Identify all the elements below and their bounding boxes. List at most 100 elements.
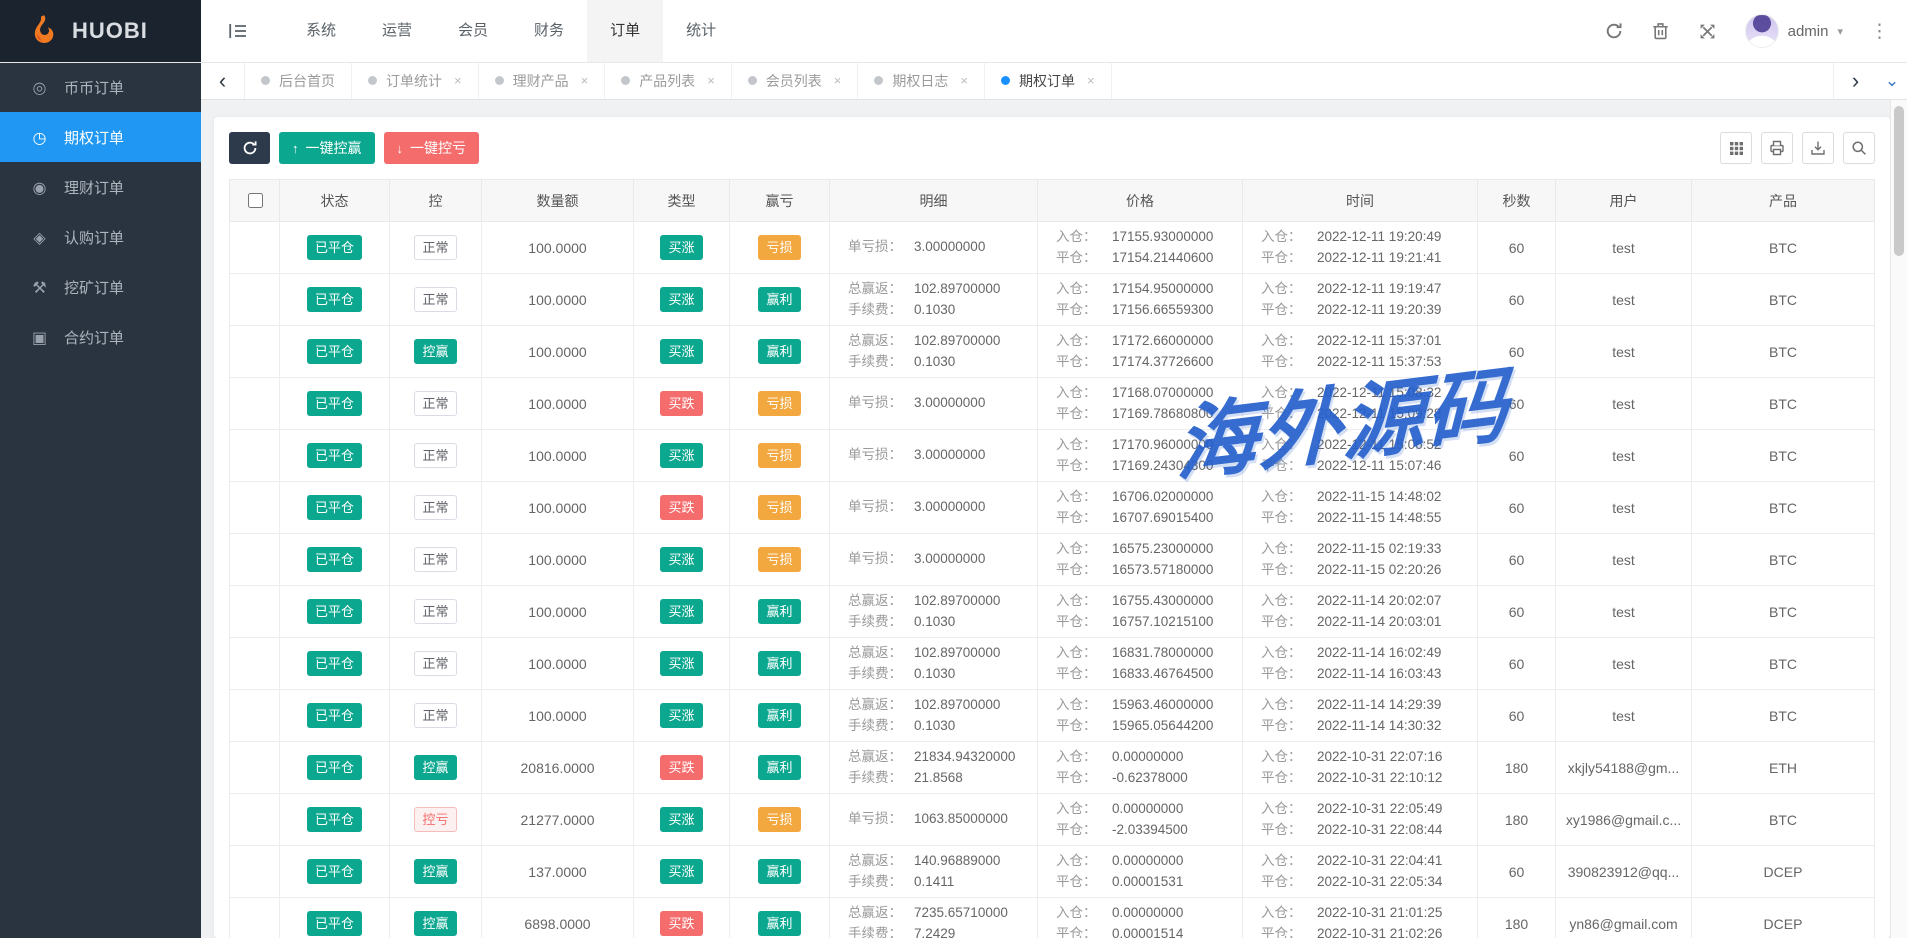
row-select-cell bbox=[230, 638, 280, 690]
refresh-table-button[interactable] bbox=[229, 132, 270, 164]
search-icon[interactable] bbox=[1843, 132, 1875, 164]
kv-line: 入仓：15963.46000000 bbox=[1056, 695, 1213, 716]
time-lines: 入仓：2022-11-14 20:02:07平仓：2022-11-14 20:0… bbox=[1249, 590, 1471, 633]
price-cell: 入仓：16575.23000000平仓：16573.57180000 bbox=[1038, 534, 1243, 586]
kv-value: 2022-11-14 14:29:39 bbox=[1317, 695, 1441, 716]
force-win-button[interactable]: ↑ 一键控赢 bbox=[279, 132, 375, 164]
tabs-scroll-right-icon[interactable]: › bbox=[1833, 62, 1877, 99]
control-badge[interactable]: 正常 bbox=[414, 651, 456, 676]
status-badge: 已平仓 bbox=[307, 443, 362, 468]
detail-cell: 单亏损：3.00000000 bbox=[830, 378, 1038, 430]
fullscreen-icon[interactable] bbox=[1698, 21, 1718, 41]
control-badge[interactable]: 正常 bbox=[414, 599, 456, 624]
tab-期权订单[interactable]: 期权订单× bbox=[985, 62, 1112, 99]
control-badge[interactable]: 正常 bbox=[414, 547, 456, 572]
nav-item-会员[interactable]: 会员 bbox=[435, 0, 511, 62]
table-row: 已平仓控赢137.0000买涨赢利总赢返：140.96889000手续费：0.1… bbox=[230, 846, 1875, 898]
tabs-scroll-left-icon[interactable]: ‹ bbox=[201, 62, 245, 99]
kv-label: 平仓： bbox=[1261, 352, 1307, 373]
detail-lines: 总赢返：140.96889000手续费：0.1411 bbox=[836, 850, 1031, 893]
sidebar-item-期权订单[interactable]: ◷期权订单 bbox=[0, 112, 201, 162]
nav-item-统计[interactable]: 统计 bbox=[663, 0, 739, 62]
columns-icon[interactable] bbox=[1720, 132, 1752, 164]
control-badge[interactable]: 控赢 bbox=[414, 339, 456, 364]
detail-lines: 总赢返：102.89700000手续费：0.1030 bbox=[836, 278, 1031, 321]
tab-后台首页[interactable]: 后台首页 bbox=[245, 62, 352, 99]
product-cell: BTC bbox=[1692, 430, 1875, 482]
result-badge: 赢利 bbox=[758, 599, 800, 624]
tab-close-icon[interactable]: × bbox=[581, 73, 589, 88]
nav-item-系统[interactable]: 系统 bbox=[283, 0, 359, 62]
vertical-scrollbar[interactable] bbox=[1890, 100, 1907, 938]
sidebar-item-认购订单[interactable]: ◈认购订单 bbox=[0, 212, 201, 262]
control-badge[interactable]: 控赢 bbox=[414, 859, 456, 884]
tab-订单统计[interactable]: 订单统计× bbox=[352, 62, 479, 99]
export-icon[interactable] bbox=[1802, 132, 1834, 164]
tab-close-icon[interactable]: × bbox=[454, 73, 462, 88]
orders-card: ↑ 一键控赢 ↓ 一键控亏 bbox=[214, 117, 1890, 938]
sidebar-item-币币订单[interactable]: ◎币币订单 bbox=[0, 62, 201, 112]
control-badge[interactable]: 正常 bbox=[414, 703, 456, 728]
nav-item-财务[interactable]: 财务 bbox=[511, 0, 587, 62]
select-all-checkbox[interactable] bbox=[248, 193, 263, 208]
tab-close-icon[interactable]: × bbox=[834, 73, 842, 88]
tab-期权日志[interactable]: 期权日志× bbox=[858, 62, 985, 99]
sidebar-item-合约订单[interactable]: ▣合约订单 bbox=[0, 312, 201, 362]
kv-value: 16706.02000000 bbox=[1112, 487, 1213, 508]
kv-line: 入仓：0.00000000 bbox=[1056, 747, 1183, 768]
kv-label: 平仓： bbox=[1056, 352, 1102, 373]
trash-icon[interactable] bbox=[1651, 21, 1671, 41]
kv-value: 0.1411 bbox=[914, 872, 954, 893]
sidebar-collapse-icon[interactable] bbox=[215, 0, 261, 62]
user-menu[interactable]: admin ▾ bbox=[1745, 14, 1843, 48]
sidebar-item-挖矿订单[interactable]: ⚒挖矿订单 bbox=[0, 262, 201, 312]
kv-label: 平仓： bbox=[1056, 300, 1102, 321]
force-loss-button[interactable]: ↓ 一键控亏 bbox=[384, 132, 480, 164]
row-select-cell bbox=[230, 898, 280, 938]
kv-label: 平仓： bbox=[1056, 716, 1102, 737]
kv-label: 手续费： bbox=[848, 716, 904, 737]
control-badge[interactable]: 正常 bbox=[414, 443, 456, 468]
control-badge[interactable]: 控赢 bbox=[414, 911, 456, 936]
control-cell: 控赢 bbox=[390, 742, 482, 794]
control-badge[interactable]: 正常 bbox=[414, 495, 456, 520]
user-cell: test bbox=[1556, 534, 1692, 586]
kv-label: 入仓： bbox=[1056, 695, 1102, 716]
control-badge[interactable]: 正常 bbox=[414, 391, 456, 416]
chevron-down-icon: ▾ bbox=[1837, 25, 1843, 38]
kv-label: 平仓： bbox=[1261, 300, 1307, 321]
kv-line: 平仓：2022-10-31 22:08:44 bbox=[1261, 820, 1442, 841]
nav-item-订单[interactable]: 订单 bbox=[587, 0, 663, 62]
more-dots-icon[interactable]: ⋮ bbox=[1870, 22, 1889, 41]
kv-value: 2022-11-14 14:30:32 bbox=[1317, 716, 1441, 737]
table-row: 已平仓正常100.0000买涨亏损单亏损：3.00000000入仓：16575.… bbox=[230, 534, 1875, 586]
print-icon[interactable] bbox=[1761, 132, 1793, 164]
scrollbar-thumb[interactable] bbox=[1894, 106, 1904, 256]
tab-理财产品[interactable]: 理财产品× bbox=[479, 62, 606, 99]
user-cell: 390823912@qq... bbox=[1556, 846, 1692, 898]
user-cell: test bbox=[1556, 586, 1692, 638]
nav-item-运营[interactable]: 运营 bbox=[359, 0, 435, 62]
control-badge[interactable]: 控赢 bbox=[414, 755, 456, 780]
tab-close-icon[interactable]: × bbox=[960, 73, 968, 88]
amount-cell: 20816.0000 bbox=[482, 742, 634, 794]
control-cell: 正常 bbox=[390, 586, 482, 638]
tab-close-icon[interactable]: × bbox=[1087, 73, 1095, 88]
control-badge[interactable]: 控亏 bbox=[414, 807, 456, 832]
amount-cell: 100.0000 bbox=[482, 326, 634, 378]
type-cell: 买涨 bbox=[634, 586, 730, 638]
kv-label: 手续费： bbox=[848, 664, 904, 685]
kv-value: 2022-10-31 21:02:26 bbox=[1317, 924, 1442, 938]
tabs-menu-icon[interactable]: ⌄ bbox=[1877, 62, 1907, 99]
tab-close-icon[interactable]: × bbox=[707, 73, 715, 88]
sidebar-item-理财订单[interactable]: ◉理财订单 bbox=[0, 162, 201, 212]
tab-产品列表[interactable]: 产品列表× bbox=[605, 62, 732, 99]
refresh-icon[interactable] bbox=[1604, 21, 1624, 41]
control-badge[interactable]: 正常 bbox=[414, 287, 456, 312]
kv-value: 2022-10-31 22:05:34 bbox=[1317, 872, 1442, 893]
kv-label: 入仓： bbox=[1261, 383, 1307, 404]
kv-value: 16755.43000000 bbox=[1112, 591, 1213, 612]
tab-会员列表[interactable]: 会员列表× bbox=[732, 62, 859, 99]
price-cell: 入仓：0.00000000平仓：-2.03394500 bbox=[1038, 794, 1243, 846]
control-badge[interactable]: 正常 bbox=[414, 235, 456, 260]
